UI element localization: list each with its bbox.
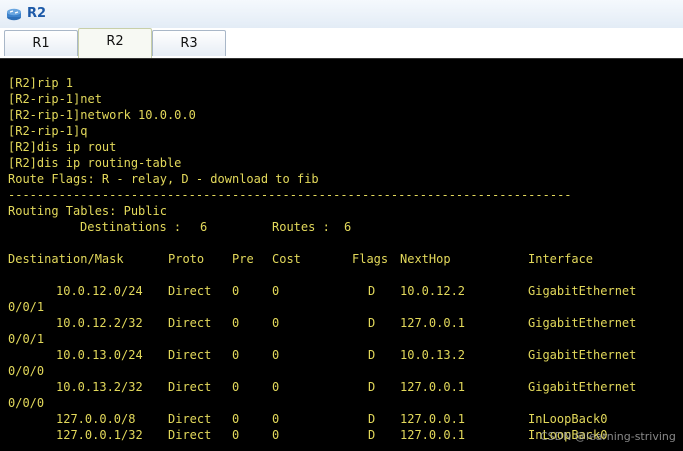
command-line: [R2-rip-1]q	[8, 124, 88, 138]
route-pre: 0	[232, 316, 240, 330]
watermark: CSDN @learning-striving	[540, 430, 676, 443]
route-flags: D	[368, 348, 376, 362]
route-proto: Direct	[168, 316, 212, 330]
command-line: [R2-rip-1]net	[8, 92, 102, 106]
route-proto: Direct	[168, 348, 212, 362]
route-nexthop: 10.0.13.2	[400, 348, 466, 362]
routing-tables-label: Routing Tables: Public	[8, 204, 167, 218]
tab-r2[interactable]: R2	[78, 28, 152, 58]
route-interface-continuation: 0/0/0	[8, 364, 45, 378]
title-bar: R2	[0, 0, 683, 29]
window-title: R2	[27, 6, 47, 21]
route-nexthop: 127.0.0.1	[400, 316, 466, 330]
command-line: [R2]dis ip routing-table	[8, 156, 182, 170]
command-line: [R2-rip-1]network 10.0.0.0	[8, 108, 196, 122]
route-flags: D	[368, 316, 376, 330]
tab-r3[interactable]: R3	[152, 30, 226, 56]
route-interface-continuation: 0/0/0	[8, 396, 45, 410]
route-pre: 0	[232, 380, 240, 394]
separator-line: ----------------------------------------…	[8, 188, 572, 202]
route-flags: D	[368, 380, 376, 394]
route-pre: 0	[232, 284, 240, 298]
route-destination: 10.0.13.0/24	[56, 348, 143, 362]
command-line: [R2]rip 1	[8, 76, 74, 90]
ensp-cli-window: R2 R1 R2 R3 [R2]rip 1 [R2-rip-1]net [R2-…	[0, 0, 683, 451]
routes-value: 6	[344, 220, 352, 234]
route-cost: 0	[272, 316, 280, 330]
header-flags: Flags	[352, 252, 389, 266]
route-flags: D	[368, 284, 376, 298]
route-nexthop: 127.0.0.1	[400, 428, 466, 442]
route-cost: 0	[272, 412, 280, 426]
route-interface: GigabitEthernet	[528, 348, 637, 362]
route-flags-legend: Route Flags: R - relay, D - download to …	[8, 172, 319, 186]
route-cost: 0	[272, 348, 280, 362]
header-interface: Interface	[528, 252, 594, 266]
route-proto: Direct	[168, 284, 212, 298]
route-interface: GigabitEthernet	[528, 284, 637, 298]
header-proto: Proto	[168, 252, 205, 266]
header-nexthop: NextHop	[400, 252, 451, 266]
routes-label: Routes :	[272, 220, 330, 234]
route-destination: 127.0.0.1/32	[56, 428, 143, 442]
device-tab-bar: R1 R2 R3	[0, 28, 683, 58]
header-destination: Destination/Mask	[8, 252, 124, 266]
route-interface: GigabitEthernet	[528, 380, 637, 394]
route-destination: 127.0.0.0/8	[56, 412, 136, 426]
header-cost: Cost	[272, 252, 301, 266]
destinations-value: 6	[200, 220, 208, 234]
route-nexthop: 127.0.0.1	[400, 412, 466, 426]
route-cost: 0	[272, 284, 280, 298]
route-interface-continuation: 0/0/1	[8, 332, 45, 346]
route-nexthop: 127.0.0.1	[400, 380, 466, 394]
route-pre: 0	[232, 412, 240, 426]
route-interface-continuation: 0/0/1	[8, 300, 45, 314]
route-cost: 0	[272, 428, 280, 442]
route-flags: D	[368, 428, 376, 442]
command-line: [R2]dis ip rout	[8, 140, 117, 154]
route-proto: Direct	[168, 380, 212, 394]
route-destination: 10.0.12.0/24	[56, 284, 143, 298]
cli-terminal[interactable]: [R2]rip 1 [R2-rip-1]net [R2-rip-1]networ…	[0, 58, 683, 451]
route-flags: D	[368, 412, 376, 426]
route-pre: 0	[232, 348, 240, 362]
route-pre: 0	[232, 428, 240, 442]
tab-r1[interactable]: R1	[4, 30, 78, 56]
route-proto: Direct	[168, 412, 212, 426]
route-proto: Direct	[168, 428, 212, 442]
destinations-label: Destinations :	[80, 220, 182, 234]
router-icon	[6, 6, 22, 22]
header-pre: Pre	[232, 252, 254, 266]
route-interface: GigabitEthernet	[528, 316, 637, 330]
route-cost: 0	[272, 380, 280, 394]
route-destination: 10.0.12.2/32	[56, 316, 143, 330]
route-interface: InLoopBack0	[528, 412, 608, 426]
route-destination: 10.0.13.2/32	[56, 380, 143, 394]
route-nexthop: 10.0.12.2	[400, 284, 466, 298]
